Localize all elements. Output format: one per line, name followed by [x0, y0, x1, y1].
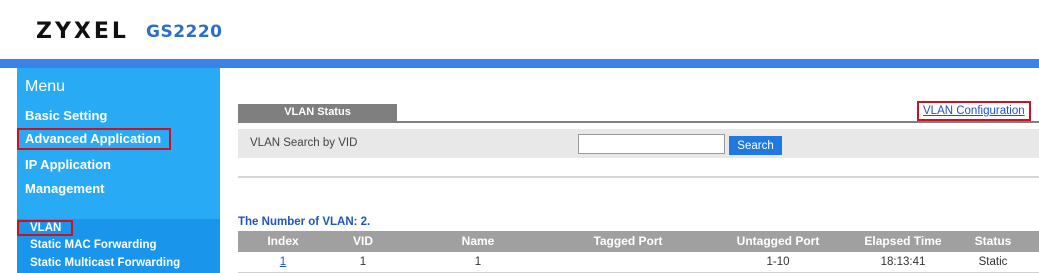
model-name: GS2220 [146, 22, 223, 42]
menu-item-ip-application[interactable]: IP Application [25, 157, 111, 172]
vlan-count-text: The Number of VLAN: 2. [238, 216, 371, 228]
menu-title: Menu [25, 78, 66, 95]
vid-search-input[interactable] [578, 134, 725, 154]
tab-underline [238, 121, 1039, 123]
vlan-configuration-link[interactable]: VLAN Configuration [917, 101, 1031, 121]
table-header: Index VID Name Tagged Port Untagged Port… [238, 231, 1039, 252]
col-elapsed-time: Elapsed Time [864, 234, 942, 248]
main-content: VLAN Status VLAN Configuration VLAN Sear… [220, 68, 1039, 273]
tab-vlan-status[interactable]: VLAN Status [238, 104, 397, 121]
cell-name: 1 [474, 256, 482, 268]
col-name: Name [461, 234, 495, 248]
submenu-item-static-multicast-forwarding[interactable]: Static Multicast Forwarding [30, 257, 180, 269]
top-accent-bar [0, 59, 1039, 68]
cell-status: Static [978, 256, 1008, 268]
col-untagged-port: Untagged Port [736, 234, 820, 248]
menu-item-basic-setting[interactable]: Basic Setting [25, 108, 107, 123]
col-tagged-port: Tagged Port [593, 234, 663, 248]
col-status: Status [974, 234, 1012, 248]
col-index: Index [267, 234, 299, 248]
menu-item-management[interactable]: Management [25, 181, 104, 196]
cell-elapsed-time: 18:13:41 [880, 256, 926, 268]
col-vid: VID [352, 234, 374, 248]
search-button[interactable]: Search [729, 136, 782, 155]
search-row: VLAN Search by VID Search [238, 129, 1039, 158]
cell-untagged-port: 1-10 [766, 256, 790, 268]
header: ZYXEL GS2220 [0, 0, 1039, 59]
cell-index-link[interactable]: 1 [280, 256, 286, 268]
submenu-item-vlan[interactable]: VLAN [17, 220, 74, 236]
search-label: VLAN Search by VID [250, 137, 358, 149]
sidebar-menu: Menu Basic Setting Advanced Application … [17, 68, 220, 273]
zyxel-logo: ZYXEL [36, 19, 129, 44]
vlan-status-table: Index VID Name Tagged Port Untagged Port… [238, 231, 1039, 273]
table-row: 1 1 1 1-10 18:13:41 Static [238, 252, 1039, 273]
divider [238, 176, 1039, 178]
cell-vid: 1 [359, 256, 367, 268]
submenu: VLAN Static MAC Forwarding Static Multic… [17, 219, 220, 273]
menu-item-advanced-application[interactable]: Advanced Application [17, 128, 172, 150]
submenu-item-static-mac-forwarding[interactable]: Static MAC Forwarding [30, 239, 157, 251]
